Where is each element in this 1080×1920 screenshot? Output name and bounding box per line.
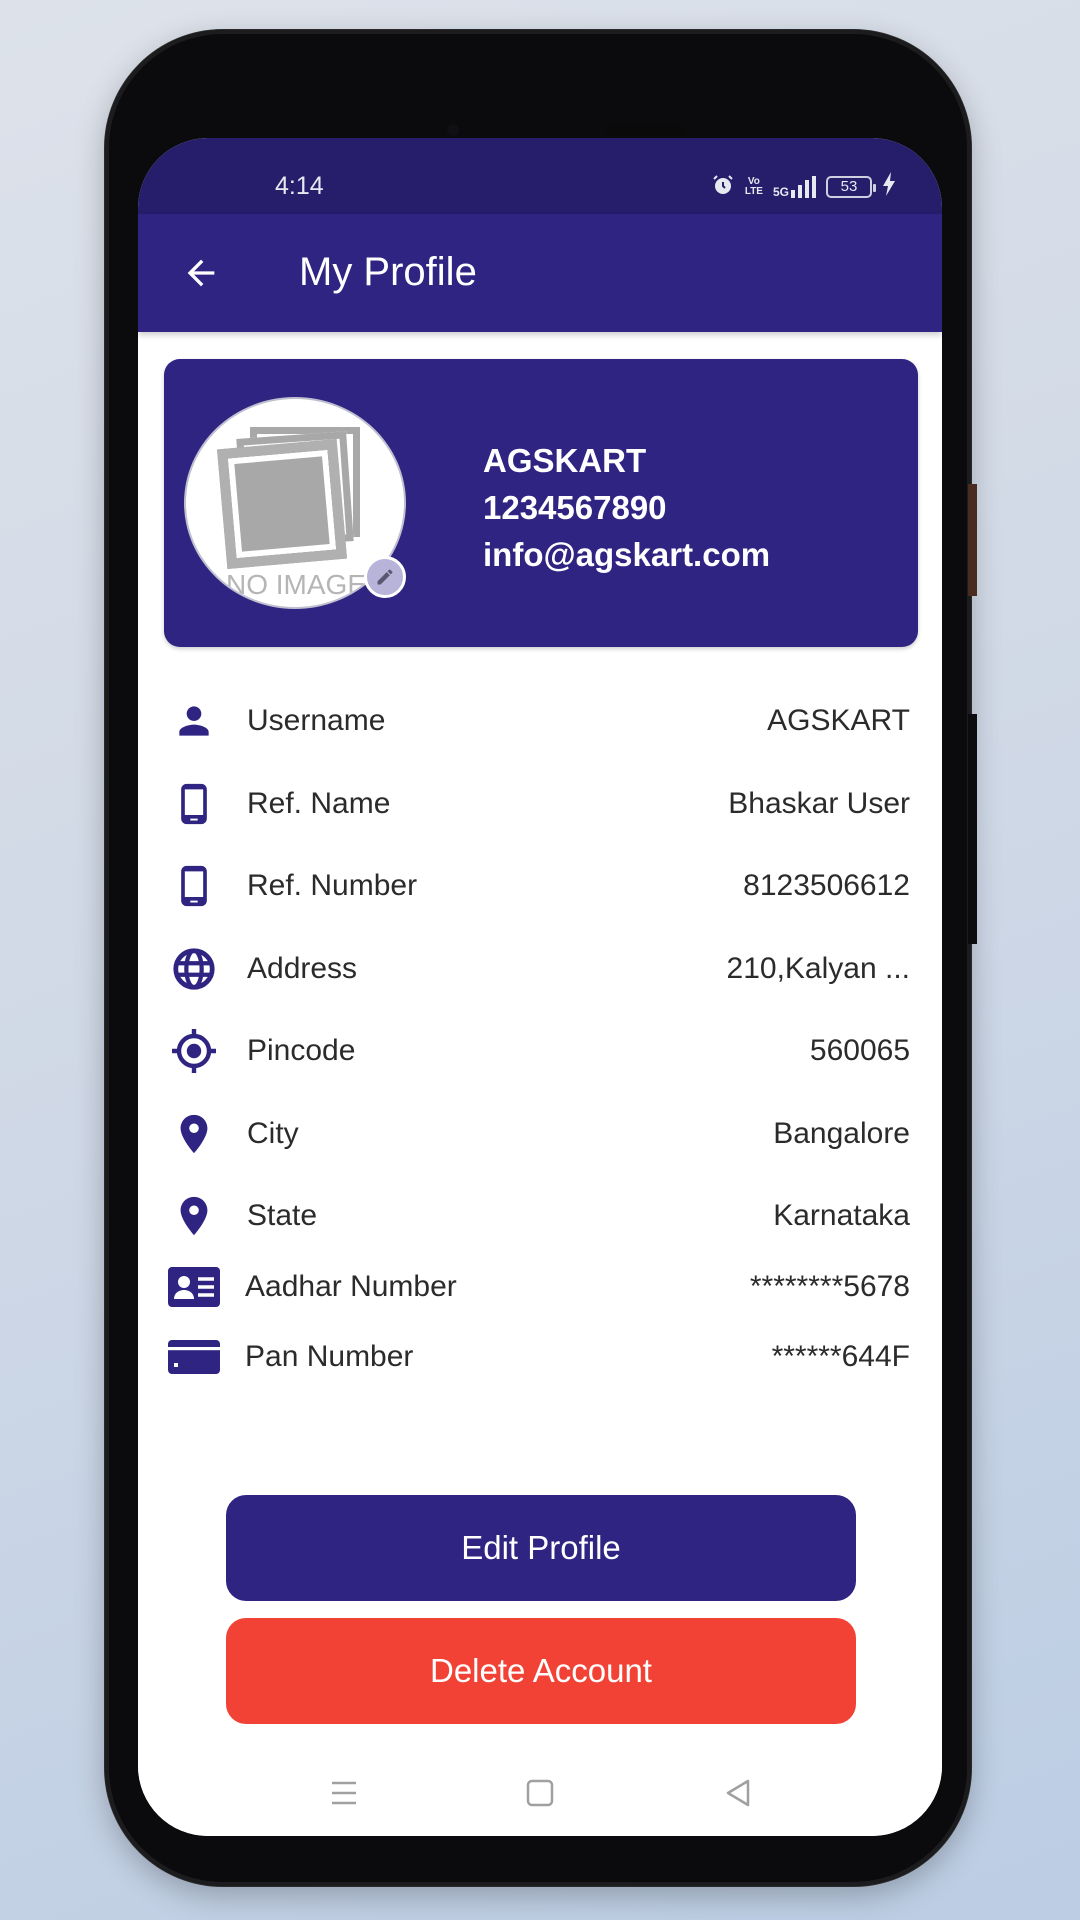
detail-value: 560065 bbox=[809, 1034, 910, 1067]
charging-icon bbox=[882, 172, 896, 201]
home-button[interactable] bbox=[510, 1768, 570, 1818]
detail-label: Username bbox=[247, 704, 386, 737]
smartphone-icon bbox=[168, 860, 220, 912]
recent-apps-button[interactable] bbox=[314, 1768, 374, 1818]
id-card-icon bbox=[168, 1261, 220, 1313]
power-button bbox=[968, 484, 977, 596]
detail-value: AGSKART bbox=[767, 704, 910, 737]
system-back-button[interactable] bbox=[708, 1768, 768, 1818]
signal-5g-icon: 5G bbox=[772, 175, 816, 199]
detail-label: Ref. Name bbox=[247, 787, 391, 820]
detail-row-address: Address 210,Kalyan ... bbox=[138, 936, 942, 1002]
credit-card-icon bbox=[168, 1331, 220, 1383]
detail-label: Pan Number bbox=[245, 1340, 414, 1373]
status-icons: Vo LTE 5G 53 bbox=[711, 172, 896, 201]
detail-row-city: City Bangalore bbox=[138, 1101, 942, 1167]
detail-value: 210,Kalyan ... bbox=[726, 952, 910, 985]
detail-value: ******644F bbox=[771, 1340, 910, 1373]
no-image-icon bbox=[216, 438, 348, 570]
detail-label: City bbox=[247, 1117, 299, 1150]
gps-target-icon bbox=[168, 1025, 220, 1077]
earpiece-speaker bbox=[605, 125, 685, 135]
detail-row-ref-number: Ref. Number 8123506612 bbox=[138, 853, 942, 919]
menu-icon bbox=[332, 1781, 356, 1805]
detail-label: Ref. Number bbox=[247, 869, 418, 902]
edit-avatar-button[interactable] bbox=[364, 556, 406, 598]
page-title: My Profile bbox=[299, 250, 477, 294]
profile-name: AGSKART bbox=[483, 442, 647, 479]
globe-icon bbox=[168, 943, 220, 995]
detail-value: Bhaskar User bbox=[728, 787, 910, 820]
detail-label: Pincode bbox=[247, 1034, 356, 1067]
profile-info: AGSKART 1234567890 info@agskart.com bbox=[483, 437, 770, 578]
battery-icon: 53 bbox=[826, 175, 876, 198]
app-bar: My Profile bbox=[138, 214, 942, 332]
detail-row-aadhar: Aadhar Number ********5678 bbox=[138, 1254, 942, 1320]
status-bar: 4:14 Vo LTE 5G 53 bbox=[138, 138, 942, 214]
delete-account-button[interactable]: Delete Account bbox=[226, 1618, 856, 1724]
detail-value: ********5678 bbox=[749, 1270, 910, 1303]
detail-row-ref-name: Ref. Name Bhaskar User bbox=[138, 771, 942, 837]
detail-row-pincode: Pincode 560065 bbox=[138, 1018, 942, 1084]
system-nav-bar bbox=[138, 1758, 942, 1836]
no-image-text: NO IMAGE bbox=[226, 569, 367, 600]
detail-value: 8123506612 bbox=[743, 869, 910, 902]
front-camera bbox=[447, 124, 459, 136]
profile-email: info@agskart.com bbox=[483, 536, 771, 573]
location-pin-icon bbox=[168, 1108, 220, 1160]
arrow-left-icon bbox=[187, 259, 215, 287]
detail-label: Aadhar Number bbox=[245, 1270, 457, 1303]
detail-row-state: State Karnataka bbox=[138, 1183, 942, 1249]
person-icon bbox=[168, 695, 220, 747]
network-type-label: 5G bbox=[772, 184, 789, 199]
profile-card: NO IMAGE AGSKART 1234567890 info@agskart… bbox=[164, 359, 918, 647]
profile-phone: 1234567890 bbox=[483, 489, 667, 526]
back-triangle-icon bbox=[726, 1779, 750, 1807]
screen: 4:14 Vo LTE 5G 53 My Profile NO IMAGE AG… bbox=[138, 138, 942, 1836]
detail-value: Karnataka bbox=[773, 1199, 910, 1232]
detail-row-pan: Pan Number ******644F bbox=[138, 1324, 942, 1390]
detail-row-username: Username AGSKART bbox=[138, 688, 942, 754]
home-square-icon bbox=[526, 1779, 554, 1807]
pencil-icon bbox=[377, 569, 393, 585]
smartphone-icon bbox=[168, 778, 220, 830]
volte-icon: Vo LTE bbox=[744, 175, 763, 197]
alarm-icon bbox=[711, 173, 735, 201]
location-pin-icon bbox=[168, 1190, 220, 1242]
detail-label: Address bbox=[247, 952, 358, 985]
status-time: 4:14 bbox=[275, 172, 324, 200]
back-button[interactable] bbox=[178, 250, 224, 296]
detail-label: State bbox=[247, 1199, 318, 1232]
volume-button bbox=[968, 714, 977, 944]
detail-value: Bangalore bbox=[773, 1117, 910, 1150]
edit-profile-button[interactable]: Edit Profile bbox=[226, 1495, 856, 1601]
battery-level: 53 bbox=[840, 178, 858, 195]
